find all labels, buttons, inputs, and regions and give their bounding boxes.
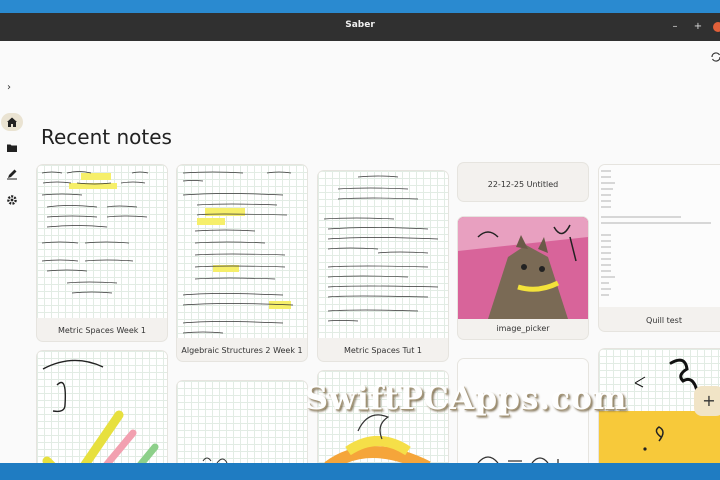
handwriting-preview	[323, 175, 439, 322]
maximize-button[interactable]: +	[690, 19, 706, 35]
note-card-image-picker[interactable]: image_picker	[458, 217, 588, 339]
handwriting-preview	[202, 457, 228, 463]
note-title: image_picker	[496, 324, 550, 333]
nav-settings[interactable]	[1, 191, 23, 209]
note-title: Algebraic Structures 2 Week 1	[181, 346, 303, 355]
note-title: Metric Spaces Tut 1	[343, 346, 422, 355]
close-button[interactable]	[713, 22, 720, 32]
note-card-quill-test[interactable]: Quill test	[599, 165, 720, 331]
nav-whiteboard[interactable]	[1, 165, 23, 183]
window-frame-bottom	[0, 463, 720, 480]
note-card-algebraic-structures-2-week-1[interactable]: Algebraic Structures 2 Week 1	[177, 165, 307, 361]
page-title: Recent notes	[41, 125, 172, 149]
note-thumbnail	[318, 171, 448, 338]
note-thumbnail	[177, 165, 307, 338]
settings-icon	[7, 195, 17, 205]
text-preview	[601, 170, 711, 296]
minimize-button[interactable]: –	[667, 19, 683, 35]
note-card-metric-spaces-tut-1[interactable]: Metric Spaces Tut 1	[318, 171, 448, 361]
nav-home[interactable]	[1, 113, 23, 131]
watermark-logo: SwiftPCApps.com	[305, 379, 627, 417]
note-card[interactable]	[177, 381, 307, 463]
note-title: 22-12-25 Untitled	[487, 180, 559, 189]
handwriting-preview	[41, 171, 149, 294]
folder-icon	[7, 144, 17, 152]
nav-sidebar: ›	[0, 41, 26, 463]
expand-sidebar-button[interactable]: ›	[3, 82, 15, 94]
window-title: Saber	[345, 20, 375, 30]
note-thumbnail	[458, 217, 588, 319]
note-title: Metric Spaces Week 1	[57, 326, 147, 335]
note-thumbnail	[37, 351, 167, 463]
sync-icon[interactable]	[710, 51, 720, 63]
nav-browse[interactable]	[1, 139, 23, 157]
new-note-button[interactable]: +	[694, 386, 720, 416]
note-thumbnail	[599, 165, 720, 307]
note-card[interactable]	[37, 351, 167, 463]
note-card-metric-spaces-week-1[interactable]: Metric Spaces Week 1	[37, 165, 167, 341]
whiteboard-icon	[7, 169, 17, 180]
handwriting-preview	[182, 171, 294, 334]
cat-photo-preview	[458, 217, 588, 319]
note-thumbnail	[177, 381, 307, 463]
home-icon	[7, 117, 17, 127]
drawing-preview	[42, 359, 159, 463]
note-card-22-12-25-untitled[interactable]: 22-12-25 Untitled	[458, 163, 588, 201]
note-thumbnail	[37, 165, 167, 318]
window-frame-top	[0, 0, 720, 13]
app-body: › Recent notes Metric Spaces Week 1 Alge…	[0, 41, 720, 463]
title-bar[interactable]: Saber – +	[0, 13, 720, 41]
note-title: Quill test	[646, 316, 682, 325]
